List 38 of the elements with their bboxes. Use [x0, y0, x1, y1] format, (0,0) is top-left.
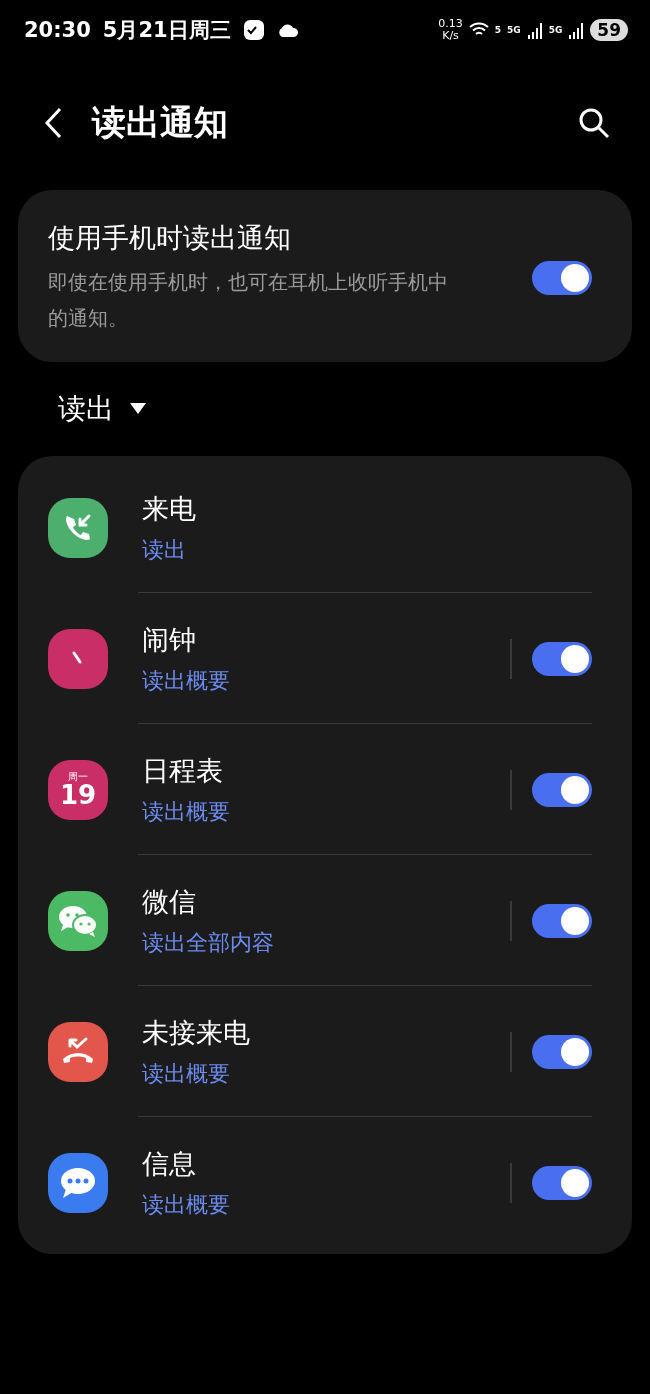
app-name: 微信	[142, 884, 197, 919]
setting-title: 使用手机时读出通知	[48, 221, 292, 255]
read-mode-link[interactable]: 读出概要	[142, 796, 510, 827]
page-title: 读出通知	[92, 100, 229, 144]
back-icon[interactable]	[44, 106, 62, 139]
app-switch[interactable]	[532, 641, 592, 676]
app-name: 日程表	[142, 753, 224, 788]
status-date: 5月21日周三	[102, 17, 231, 44]
app-name: 闹钟	[142, 622, 197, 657]
cloud-icon	[276, 23, 299, 37]
setting-description: 即使在使用手机时，也可在耳机上收听手机中的通知。	[48, 269, 449, 332]
read-mode-link[interactable]: 读出	[142, 534, 592, 565]
calendar-icon: 周一 19	[48, 759, 108, 820]
read-mode-link[interactable]: 读出概要	[142, 1058, 510, 1089]
app-switch[interactable]	[532, 772, 592, 807]
app-name: 信息	[142, 1146, 197, 1181]
signal-icon	[568, 21, 585, 39]
speed-unit: K/s	[442, 30, 459, 42]
network-speed: 0.13	[438, 18, 463, 30]
search-icon[interactable]	[578, 106, 610, 139]
caret-icon	[130, 403, 146, 415]
app-switch[interactable]	[532, 903, 592, 938]
setting-switch[interactable]	[532, 261, 592, 295]
app-switch[interactable]	[532, 1165, 592, 1200]
wifi-number-label: 5	[494, 25, 501, 35]
app-name: 来电	[142, 491, 197, 526]
battery-level: 59	[590, 19, 628, 41]
signal-icon	[526, 21, 543, 39]
network-type: 5G	[548, 25, 563, 35]
filter-dropdown[interactable]: 读出	[58, 390, 146, 428]
status-time: 20:30	[24, 18, 91, 42]
app-name: 未接来电	[142, 1015, 251, 1050]
alert-icon	[242, 19, 265, 41]
read-mode-link[interactable]: 读出概要	[142, 665, 510, 696]
app-switch[interactable]	[532, 1034, 592, 1069]
read-mode-link[interactable]: 读出概要	[142, 1189, 510, 1220]
network-type: 5G	[507, 25, 521, 35]
read-mode-link[interactable]: 读出全部内容	[142, 927, 510, 958]
